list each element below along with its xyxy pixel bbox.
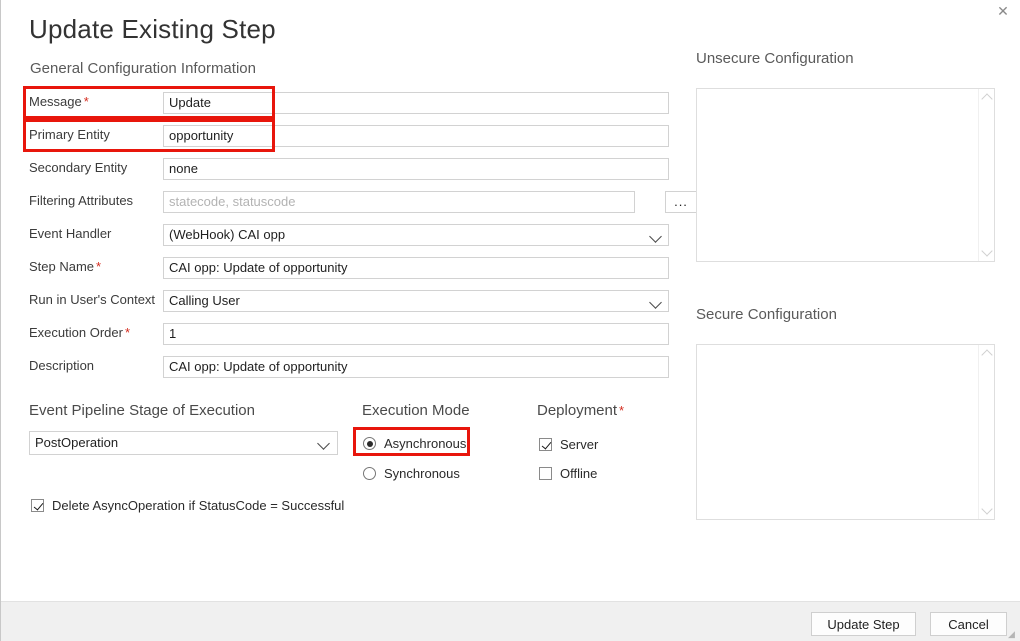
event-pipeline-stage-select[interactable]: PostOperation bbox=[29, 431, 338, 455]
form-row-input[interactable]: CAI opp: Update of opportunity bbox=[163, 356, 669, 378]
chevron-down-icon bbox=[649, 296, 662, 309]
radio-icon bbox=[363, 437, 376, 450]
required-asterisk: * bbox=[619, 403, 625, 418]
checkbox-offline[interactable]: Offline bbox=[539, 466, 597, 481]
form-row-value: CAI opp: Update of opportunity bbox=[169, 359, 348, 374]
form-row: Step Name * CAI opp: Update of opportunity bbox=[29, 257, 669, 279]
resize-grip-icon[interactable]: ◢ bbox=[1008, 629, 1018, 639]
form-row-label-text: Description bbox=[29, 358, 95, 373]
form-row-input[interactable]: CAI opp: Update of opportunity bbox=[163, 257, 669, 279]
form-row-label: Step Name * bbox=[29, 259, 101, 274]
update-step-button[interactable]: Update Step bbox=[811, 612, 916, 636]
form-row-value: statecode, statuscode bbox=[169, 194, 296, 209]
secure-configuration-heading: Secure Configuration bbox=[696, 306, 837, 323]
radio-icon bbox=[363, 467, 376, 480]
form-row-label: Message * bbox=[29, 94, 89, 109]
form-row: Description CAI opp: Update of opportunit… bbox=[29, 356, 669, 378]
form-row-input[interactable]: 1 bbox=[163, 323, 669, 345]
chevron-down-icon[interactable] bbox=[981, 503, 993, 515]
chevron-up-icon[interactable] bbox=[981, 349, 993, 361]
form-row-value: (WebHook) CAI opp bbox=[169, 227, 286, 242]
checkbox-icon bbox=[539, 438, 552, 451]
form-row: Secondary Entity none bbox=[29, 158, 669, 180]
cancel-button[interactable]: Cancel bbox=[930, 612, 1007, 636]
chevron-down-icon bbox=[649, 230, 662, 243]
form-row-label-text: Step Name bbox=[29, 259, 95, 274]
form-row-select[interactable]: Calling User bbox=[163, 290, 669, 312]
form-row: Filtering Attributes statecode, statuscod… bbox=[29, 191, 697, 213]
checkbox-delete-asyncoperation-label: Delete AsyncOperation if StatusCode = Su… bbox=[52, 498, 345, 513]
required-asterisk: * bbox=[96, 259, 102, 274]
radio-synchronous[interactable]: Synchronous bbox=[363, 466, 460, 481]
form-row-input[interactable]: none bbox=[163, 158, 669, 180]
form-row-input[interactable]: Update bbox=[163, 92, 669, 114]
chevron-down-icon[interactable] bbox=[981, 245, 993, 257]
form-row-select[interactable]: (WebHook) CAI opp bbox=[163, 224, 669, 246]
event-pipeline-stage-value: PostOperation bbox=[35, 435, 119, 450]
secure-configuration-textarea[interactable] bbox=[696, 344, 995, 520]
form-row-label: Primary Entity bbox=[29, 127, 110, 142]
form-row-label: Execution Order * bbox=[29, 325, 130, 340]
form-row-label-text: Event Handler bbox=[29, 226, 112, 241]
form-row: Run in User's Context Calling User bbox=[29, 290, 669, 312]
form-row-value: 1 bbox=[169, 326, 177, 341]
deployment-heading: Deployment * bbox=[537, 402, 624, 419]
chevron-down-icon bbox=[317, 437, 330, 450]
form-row-value: opportunity bbox=[169, 128, 234, 143]
dialog-footer: Update Step Cancel ◢ bbox=[1, 601, 1020, 641]
checkbox-delete-asyncoperation[interactable]: Delete AsyncOperation if StatusCode = Su… bbox=[31, 498, 344, 513]
event-pipeline-heading: Event Pipeline Stage of Execution bbox=[29, 402, 255, 419]
form-row: Message * Update bbox=[29, 92, 669, 114]
radio-asynchronous[interactable]: Asynchronous bbox=[363, 436, 466, 451]
form-row: Execution Order * 1 bbox=[29, 323, 669, 345]
general-configuration-heading: General Configuration Information bbox=[30, 60, 256, 77]
form-row-label-text: Secondary Entity bbox=[29, 160, 128, 175]
checkbox-offline-label: Offline bbox=[560, 466, 598, 481]
form-row-label: Event Handler bbox=[29, 226, 111, 241]
form-row-label-text: Primary Entity bbox=[29, 127, 110, 142]
unsecure-configuration-heading: Unsecure Configuration bbox=[696, 50, 854, 67]
required-asterisk: * bbox=[83, 94, 89, 109]
form-row-input[interactable]: statecode, statuscode bbox=[163, 191, 635, 213]
form-row-label-text: Execution Order bbox=[29, 325, 123, 340]
update-existing-step-dialog: ✕ Update Existing Step General Configura… bbox=[0, 0, 1020, 641]
form-row-label: Filtering Attributes bbox=[29, 193, 133, 208]
scrollbar-vertical[interactable] bbox=[978, 89, 994, 261]
form-row-value: Update bbox=[169, 95, 211, 110]
execution-mode-heading: Execution Mode bbox=[362, 402, 470, 419]
radio-synchronous-label: Synchronous bbox=[384, 466, 460, 481]
checkbox-icon bbox=[539, 467, 552, 480]
page-title: Update Existing Step bbox=[29, 14, 276, 44]
form-row-label-text: Message bbox=[29, 94, 82, 109]
radio-asynchronous-label: Asynchronous bbox=[384, 436, 467, 451]
form-row-label: Run in User's Context bbox=[29, 292, 155, 307]
filtering-attributes-browse-button[interactable]: ... bbox=[665, 191, 697, 213]
form-row-label: Secondary Entity bbox=[29, 160, 127, 175]
checkbox-server[interactable]: Server bbox=[539, 437, 598, 452]
form-row-input[interactable]: opportunity bbox=[163, 125, 669, 147]
chevron-up-icon[interactable] bbox=[981, 93, 993, 105]
close-icon[interactable]: ✕ bbox=[986, 0, 1020, 22]
required-asterisk: * bbox=[124, 325, 130, 340]
form-row-value: CAI opp: Update of opportunity bbox=[169, 260, 348, 275]
form-row: Event Handler (WebHook) CAI opp bbox=[29, 224, 669, 246]
form-row-label: Description bbox=[29, 358, 94, 373]
checkbox-server-label: Server bbox=[560, 437, 599, 452]
form-row-label-text: Filtering Attributes bbox=[29, 193, 134, 208]
form-row-value: Calling User bbox=[169, 293, 240, 308]
unsecure-configuration-textarea[interactable] bbox=[696, 88, 995, 262]
form-row-label-text: Run in User's Context bbox=[29, 292, 156, 307]
scrollbar-vertical[interactable] bbox=[978, 345, 994, 519]
form-row-value: none bbox=[169, 161, 198, 176]
form-row: Primary Entity opportunity bbox=[29, 125, 669, 147]
checkbox-icon bbox=[31, 499, 44, 512]
deployment-heading-label: Deployment bbox=[537, 402, 618, 419]
